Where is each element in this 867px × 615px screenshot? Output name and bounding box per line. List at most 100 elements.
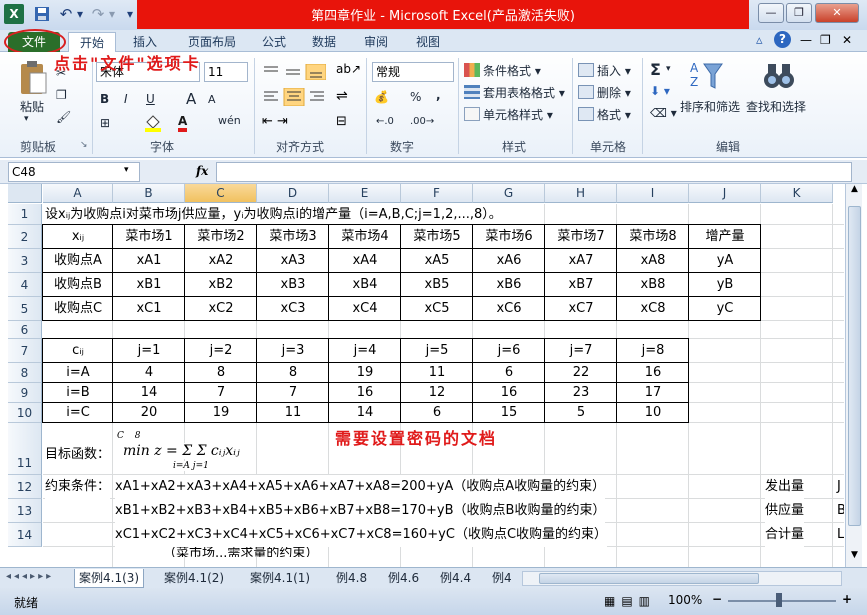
constraint-row[interactable]: xC1+xC2+xC3+xC4+xC5+xC6+xC7+xC8=160+yC（收…: [115, 523, 608, 547]
tab-view[interactable]: 视图: [408, 32, 448, 52]
autosum-button[interactable]: Σ: [650, 60, 661, 79]
column-header[interactable]: G: [473, 184, 545, 203]
column-header[interactable]: H: [545, 184, 617, 203]
bold-button[interactable]: B: [100, 92, 109, 106]
help-icon[interactable]: ?: [774, 31, 791, 48]
save-icon[interactable]: [34, 6, 50, 22]
row-header[interactable]: 7: [8, 339, 42, 363]
row-header[interactable]: 8: [8, 363, 42, 383]
column-header[interactable]: E: [329, 184, 401, 203]
restore-button[interactable]: ❐: [786, 3, 812, 23]
redo-dropdown-icon[interactable]: ▾: [104, 6, 120, 22]
font-size-box[interactable]: 11: [204, 62, 248, 82]
horizontal-scroll-thumb[interactable]: [539, 573, 759, 584]
column-header[interactable]: I: [617, 184, 689, 203]
tab-review[interactable]: 审阅: [356, 32, 396, 52]
column-header[interactable]: K: [761, 184, 833, 203]
copy-icon[interactable]: ❐: [56, 88, 67, 102]
number-format-box[interactable]: 常规: [372, 62, 454, 82]
constraint-label[interactable]: 约束条件：: [45, 475, 111, 499]
decrease-decimal-icon[interactable]: .00→: [410, 116, 434, 127]
column-header[interactable]: A: [43, 184, 113, 203]
k-column-label[interactable]: 发出量: [765, 475, 805, 499]
cell-styles-button[interactable]: 单元格样式 ▾: [464, 106, 553, 123]
column-header[interactable]: J: [689, 184, 761, 203]
shrink-font-button[interactable]: A: [208, 93, 216, 106]
ribbon-collapse-icon[interactable]: ▵: [756, 33, 763, 48]
tab-home[interactable]: 开始: [68, 32, 116, 52]
row-header[interactable]: 14: [8, 523, 42, 547]
sheet-tab-6[interactable]: 例4.4: [436, 569, 475, 588]
zoom-out-button[interactable]: −: [712, 592, 722, 606]
zoom-level[interactable]: 100%: [668, 593, 702, 607]
sheet-tab-3[interactable]: 案例4.1(1): [246, 569, 314, 588]
tab-data[interactable]: 数据: [304, 32, 344, 52]
tab-formulas[interactable]: 公式: [254, 32, 294, 52]
objective-label[interactable]: 目标函数：: [45, 443, 111, 462]
column-header[interactable]: F: [401, 184, 473, 203]
workbook-restore-icon[interactable]: ❐: [820, 33, 831, 47]
conditional-format-button[interactable]: 条件格式 ▾: [464, 62, 541, 79]
row-header[interactable]: 1: [8, 204, 42, 225]
vertical-scrollbar[interactable]: ▲ ▼: [845, 184, 862, 567]
row-header[interactable]: 4: [8, 273, 42, 297]
column-header[interactable]: C: [185, 184, 257, 203]
scroll-thumb[interactable]: [848, 206, 861, 526]
l-column-value[interactable]: B: [837, 499, 844, 523]
undo-dropdown-icon[interactable]: ▾: [72, 6, 88, 22]
paste-icon[interactable]: [18, 60, 48, 98]
worksheet-grid[interactable]: ABCDEFGHIJK 1 2 3 4 5 6 7 8 9 10 11 12 13 14 设xᵢⱼ为收购点…: [8, 184, 844, 567]
row-header[interactable]: 12: [8, 475, 42, 499]
currency-icon[interactable]: 💰: [374, 90, 389, 104]
tab-insert[interactable]: 插入: [122, 32, 168, 52]
font-color-button[interactable]: A: [178, 114, 188, 132]
view-buttons-icons[interactable]: ▦▤▥: [604, 594, 656, 608]
close-button[interactable]: ✕: [815, 3, 859, 23]
insert-cells-button[interactable]: 插入 ▾: [578, 62, 631, 79]
zoom-slider-track[interactable]: [728, 600, 836, 602]
sheet-nav-icons[interactable]: ◂◂◂▸▸▸: [6, 571, 54, 582]
sheet-tab-1[interactable]: 案例4.1(3): [74, 569, 145, 588]
phonetic-button[interactable]: wén: [218, 114, 241, 127]
align-left-icon[interactable]: [262, 87, 326, 109]
autosum-dropdown-icon[interactable]: ▾: [666, 64, 671, 74]
percent-button[interactable]: %: [410, 90, 421, 104]
column-header[interactable]: B: [113, 184, 185, 203]
comma-button[interactable]: ,: [436, 88, 441, 102]
row-header[interactable]: 6: [8, 321, 42, 339]
sheet-tab-2[interactable]: 案例4.1(2): [160, 569, 228, 588]
row-header[interactable]: 9: [8, 383, 42, 403]
paste-dropdown-icon[interactable]: ▾: [24, 114, 29, 124]
l-column-value[interactable]: L: [837, 523, 844, 547]
select-all-corner[interactable]: [8, 184, 42, 203]
l-column-value[interactable]: J: [837, 475, 841, 499]
underline-button[interactable]: U: [146, 92, 155, 106]
sort-filter-icon[interactable]: AZ: [690, 60, 724, 95]
constraint-row[interactable]: xB1+xB2+xB3+xB4+xB5+xB6+xB7+xB8=170+yB（收…: [115, 499, 606, 523]
sheet-tab-5[interactable]: 例4.6: [384, 569, 423, 588]
name-box[interactable]: C48: [8, 162, 140, 182]
row-header[interactable]: 11: [8, 423, 42, 475]
tab-page-layout[interactable]: 页面布局: [180, 32, 244, 52]
find-select-button[interactable]: 查找和选择: [746, 98, 806, 115]
scroll-up-icon[interactable]: ▲: [847, 184, 862, 200]
constraint-row[interactable]: xA1+xA2+xA3+xA4+xA5+xA6+xA7+xA8=200+yA（收…: [115, 475, 606, 499]
indent-icons[interactable]: ⇤ ⇥: [262, 114, 288, 129]
align-top-icon[interactable]: [262, 63, 327, 83]
scroll-down-icon[interactable]: ▼: [847, 550, 862, 566]
column-header[interactable]: D: [257, 184, 329, 203]
k-column-label[interactable]: 供应量: [765, 499, 805, 523]
minimize-button[interactable]: —: [758, 3, 784, 23]
format-cells-button[interactable]: 格式 ▾: [578, 106, 631, 123]
k-column-label[interactable]: 合计量: [765, 523, 805, 547]
fill-color-icon[interactable]: [144, 114, 162, 135]
row-header[interactable]: 5: [8, 297, 42, 321]
wrap-text-icon[interactable]: ⇌: [336, 88, 348, 104]
row-header[interactable]: 2: [8, 225, 42, 249]
zoom-in-button[interactable]: +: [842, 592, 852, 606]
row-header[interactable]: 10: [8, 403, 42, 423]
workbook-close-icon[interactable]: ✕: [842, 33, 852, 47]
orientation-icon[interactable]: ab↗: [336, 62, 361, 76]
sheet-tab-4[interactable]: 例4.8: [332, 569, 371, 588]
row-header[interactable]: 13: [8, 499, 42, 523]
